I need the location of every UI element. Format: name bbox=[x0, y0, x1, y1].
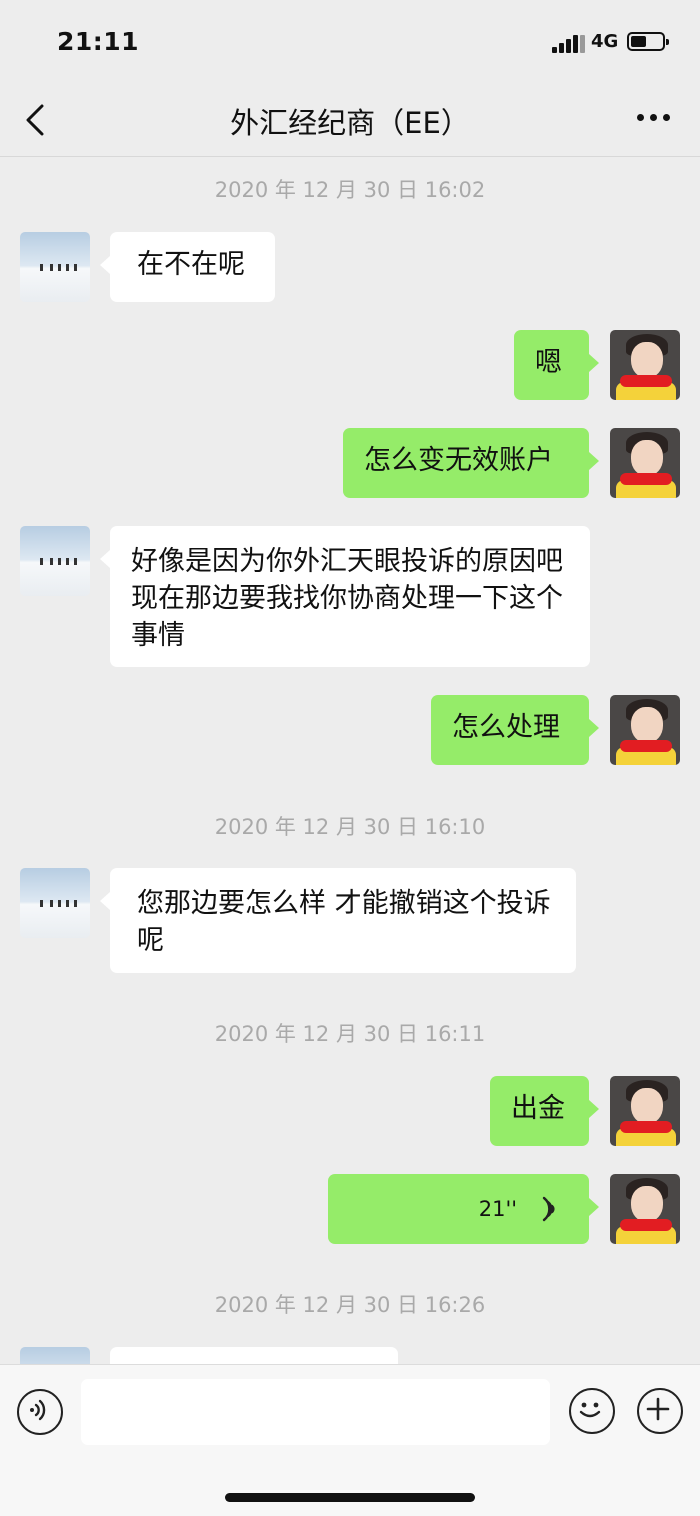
message-bubble[interactable]: 怎么处理 bbox=[431, 695, 599, 765]
user-avatar[interactable] bbox=[610, 1076, 680, 1146]
signal-icon bbox=[552, 33, 585, 53]
voice-input-button[interactable] bbox=[17, 1389, 63, 1435]
voice-wave-icon bbox=[29, 1399, 45, 1420]
chat-timestamp: 2020 年 12 月 30 日 16:11 bbox=[214, 1022, 486, 1046]
voice-duration: 21'' bbox=[478, 1196, 517, 1221]
ellipsis-icon bbox=[637, 114, 644, 121]
chat-timestamp: 2020 年 12 月 30 日 16:02 bbox=[214, 178, 486, 202]
emoji-button[interactable] bbox=[569, 1388, 615, 1434]
contact-avatar[interactable] bbox=[20, 526, 90, 596]
input-bar bbox=[0, 1364, 700, 1516]
smile-icon bbox=[579, 1402, 600, 1417]
battery-icon bbox=[627, 32, 669, 51]
more-button[interactable] bbox=[634, 114, 674, 124]
message-bubble[interactable]: 您那边要怎么样 才能撤销这个投诉呢 bbox=[100, 868, 576, 973]
voice-wave-icon bbox=[542, 1196, 555, 1222]
chat-header: 外汇经纪商（EE） bbox=[0, 80, 700, 157]
message-input[interactable] bbox=[81, 1379, 550, 1445]
message-bubble[interactable]: 好像是因为你外汇天眼投诉的原因吧 现在那边要我找你协商处理一下这个事情 bbox=[100, 526, 590, 667]
message-bubble[interactable]: 出金 bbox=[490, 1076, 599, 1146]
plus-icon bbox=[646, 1397, 669, 1420]
voice-message[interactable]: 21'' bbox=[328, 1174, 599, 1244]
home-indicator[interactable] bbox=[225, 1493, 475, 1502]
message-bubble[interactable]: 嗯 bbox=[514, 330, 599, 400]
contact-avatar[interactable] bbox=[20, 232, 90, 302]
message-bubble[interactable]: 在不在呢 bbox=[100, 232, 275, 302]
status-bar: 21:11 4G bbox=[0, 0, 700, 80]
message-bubble[interactable]: 怎么变无效账户 bbox=[343, 428, 599, 498]
status-time: 21:11 bbox=[57, 27, 140, 56]
network-type: 4G bbox=[591, 31, 619, 52]
user-avatar[interactable] bbox=[610, 428, 680, 498]
contact-avatar[interactable] bbox=[20, 868, 90, 938]
user-avatar[interactable] bbox=[610, 330, 680, 400]
chat-timestamp: 2020 年 12 月 30 日 16:10 bbox=[214, 815, 486, 839]
chat-timestamp: 2020 年 12 月 30 日 16:26 bbox=[214, 1293, 486, 1317]
user-avatar[interactable] bbox=[610, 695, 680, 765]
plus-button[interactable] bbox=[637, 1388, 683, 1434]
user-avatar[interactable] bbox=[610, 1174, 680, 1244]
page-title: 外汇经纪商（EE） bbox=[230, 106, 470, 140]
